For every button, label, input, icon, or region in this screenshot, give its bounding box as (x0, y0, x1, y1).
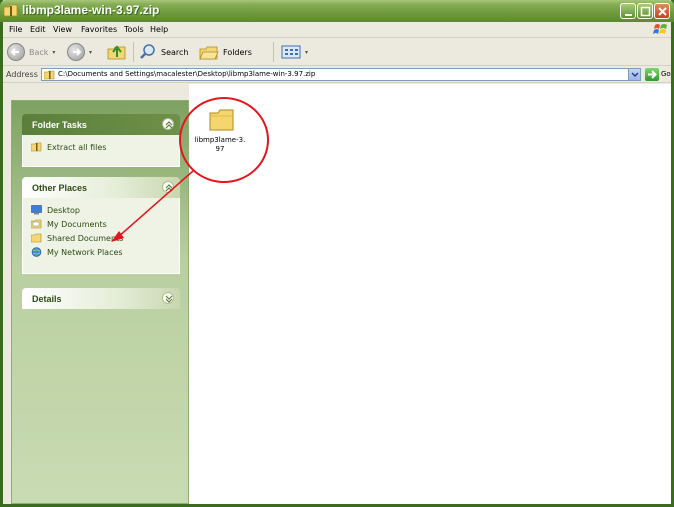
menu-tools[interactable]: Tools (124, 25, 144, 34)
address-field[interactable]: C:\Documents and Settings\macalester\Des… (41, 68, 641, 81)
menu-view[interactable]: View (53, 25, 72, 34)
address-path: C:\Documents and Settings\macalester\Des… (58, 70, 316, 78)
folder-name: libmp3lame-3. 97 (189, 136, 251, 154)
minimize-icon (625, 14, 632, 16)
back-button[interactable]: Back ▾ (7, 41, 55, 63)
address-label: Address (6, 70, 38, 79)
close-button[interactable] (654, 3, 670, 19)
details-title: Details (32, 294, 62, 304)
back-dropdown-icon[interactable]: ▾ (52, 49, 55, 56)
place-label: Desktop (47, 205, 80, 215)
task-pane: Folder Tasks Extract all files Other Pla… (11, 100, 189, 504)
search-icon (140, 44, 155, 59)
expand-chevron-icon[interactable] (162, 292, 174, 304)
details-header[interactable]: Details (22, 288, 180, 309)
folder-tasks-header[interactable]: Folder Tasks (22, 114, 180, 135)
forward-button[interactable]: ▾ (67, 41, 92, 63)
forward-arrow-icon (67, 43, 85, 61)
address-dropdown-button[interactable] (628, 69, 640, 80)
go-button[interactable] (645, 68, 659, 81)
explorer-window: libmp3lame-win-3.97.zip File Edit View F… (0, 0, 674, 507)
zip-folder-icon (4, 4, 18, 17)
toolbar-separator (273, 42, 274, 62)
place-shared-documents[interactable]: Shared Documents (31, 231, 171, 245)
window-title: libmp3lame-win-3.97.zip (22, 3, 160, 17)
forward-dropdown-icon[interactable]: ▾ (89, 49, 92, 56)
shared-documents-icon (31, 233, 42, 243)
windows-logo-icon (653, 24, 667, 34)
collapse-chevron-icon[interactable] (162, 118, 174, 130)
menu-bar: File Edit View Favorites Tools Help (3, 22, 671, 38)
folder-name-line-1: libmp3lame-3. (194, 136, 246, 144)
place-label: Shared Documents (47, 233, 124, 243)
folders-button[interactable]: Folders (199, 41, 252, 63)
other-places-panel: Other Places Desktop My Documents Shared… (22, 177, 180, 274)
maximize-icon (640, 6, 651, 17)
folders-label: Folders (223, 47, 252, 57)
toolbar: Back ▾ ▾ Search Folders ▾ (3, 38, 671, 66)
file-view[interactable]: libmp3lame-3. 97 (189, 84, 671, 504)
place-my-documents[interactable]: My Documents (31, 217, 171, 231)
other-places-body: Desktop My Documents Shared Documents My… (22, 198, 180, 274)
close-icon (658, 7, 667, 16)
folders-icon (199, 46, 219, 60)
views-dropdown-icon[interactable]: ▾ (305, 49, 308, 56)
other-places-title: Other Places (32, 183, 88, 193)
toolbar-separator (133, 42, 134, 62)
folder-tasks-title: Folder Tasks (32, 120, 87, 130)
views-icon (281, 45, 301, 59)
up-folder-icon (107, 45, 126, 60)
folder-tasks-panel: Folder Tasks Extract all files (22, 114, 180, 167)
place-label: My Network Places (47, 247, 123, 257)
address-bar: Address C:\Documents and Settings\macale… (3, 66, 671, 83)
up-folder-button[interactable] (107, 41, 127, 63)
title-bar[interactable]: libmp3lame-win-3.97.zip (0, 0, 674, 22)
back-arrow-icon (7, 43, 25, 61)
chevron-down-icon (631, 72, 639, 78)
go-label[interactable]: Go (661, 70, 671, 78)
maximize-button[interactable] (637, 3, 653, 19)
go-arrow-icon (648, 70, 657, 79)
place-my-network-places[interactable]: My Network Places (31, 245, 171, 259)
folder-name-line-2: 97 (215, 145, 225, 153)
menu-favorites[interactable]: Favorites (81, 25, 117, 34)
other-places-header[interactable]: Other Places (22, 177, 180, 198)
menu-edit[interactable]: Edit (30, 25, 46, 34)
task-extract-all[interactable]: Extract all files (31, 140, 171, 154)
back-label: Back (29, 47, 49, 57)
my-documents-icon (31, 219, 42, 229)
desktop-icon (31, 205, 42, 215)
folder-tasks-body: Extract all files (22, 135, 180, 167)
views-button[interactable]: ▾ (281, 41, 308, 63)
minimize-button[interactable] (620, 3, 636, 19)
details-panel: Details (22, 288, 180, 309)
menu-help[interactable]: Help (150, 25, 168, 34)
menu-file[interactable]: File (9, 25, 22, 34)
zip-folder-icon (44, 70, 55, 80)
folder-icon (209, 109, 234, 131)
extract-icon (31, 142, 42, 152)
search-label: Search (161, 47, 189, 57)
task-label: Extract all files (47, 142, 107, 152)
search-button[interactable]: Search (139, 41, 188, 63)
collapse-chevron-icon[interactable] (162, 181, 174, 193)
place-desktop[interactable]: Desktop (31, 203, 171, 217)
network-places-icon (31, 247, 42, 257)
place-label: My Documents (47, 219, 107, 229)
